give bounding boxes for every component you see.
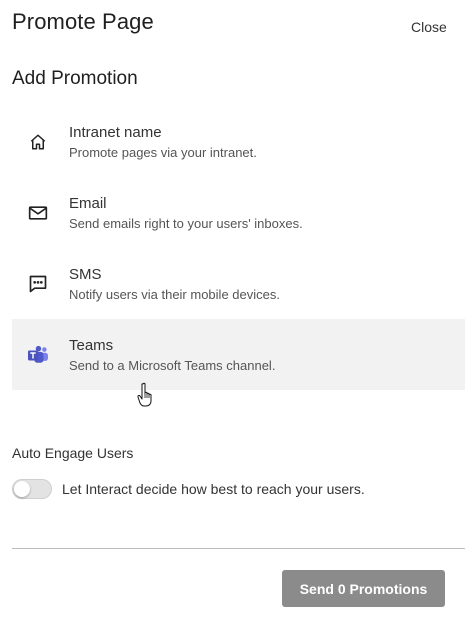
- promotion-list: Intranet name Promote pages via your int…: [12, 106, 465, 390]
- footer-divider: [12, 548, 465, 549]
- promotion-option-email[interactable]: Email Send emails right to your users' i…: [12, 177, 465, 248]
- promotion-description: Send emails right to your users' inboxes…: [69, 216, 303, 231]
- promotion-description: Send to a Microsoft Teams channel.: [69, 358, 276, 373]
- promotion-name: Teams: [69, 337, 114, 354]
- mail-icon: [26, 201, 50, 225]
- page-title: Promote Page: [12, 9, 154, 34]
- promotion-option-sms[interactable]: SMS Notify users via their mobile device…: [12, 248, 465, 319]
- promote-page-panel: Promote Page Close Add Promotion Intrane…: [0, 0, 473, 622]
- chat-icon: [26, 272, 50, 296]
- promotion-name: Email: [69, 195, 107, 212]
- auto-engage-toggle[interactable]: [12, 479, 52, 499]
- promotion-name: Intranet name: [69, 124, 162, 141]
- send-promotions-button[interactable]: Send 0 Promotions: [282, 570, 445, 607]
- promotion-description: Notify users via their mobile devices.: [69, 287, 280, 302]
- promotion-description: Promote pages via your intranet.: [69, 145, 257, 160]
- close-button[interactable]: Close: [411, 19, 447, 35]
- promotion-option-intranet[interactable]: Intranet name Promote pages via your int…: [12, 106, 465, 177]
- auto-engage-label: Auto Engage Users: [12, 445, 134, 461]
- teams-icon: [26, 343, 50, 367]
- promotion-name: SMS: [69, 266, 102, 283]
- hand-pointer-cursor-icon: [137, 382, 157, 408]
- promotion-option-teams[interactable]: Teams Send to a Microsoft Teams channel.: [12, 319, 465, 390]
- home-icon: [26, 130, 50, 154]
- toggle-knob: [14, 481, 30, 497]
- add-promotion-heading: Add Promotion: [12, 68, 138, 89]
- auto-engage-toggle-label[interactable]: Let Interact decide how best to reach yo…: [62, 481, 365, 497]
